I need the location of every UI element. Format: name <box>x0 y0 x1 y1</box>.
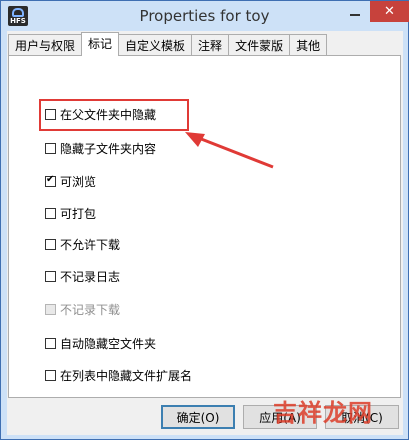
close-button[interactable]: ✕ <box>370 1 409 22</box>
title-bar[interactable]: HFS Properties for toy ✕ <box>1 1 409 31</box>
flags-panel: 在父文件夹中隐藏 隐藏子文件夹内容 可浏览 可打包 不允许下载 不记录日志 不记… <box>8 55 401 398</box>
watermark: 吉祥龙网 <box>273 399 373 427</box>
minimize-button[interactable] <box>341 2 369 22</box>
tab-flags[interactable]: 标记 <box>81 32 120 56</box>
tab-comment[interactable]: 注释 <box>191 34 230 55</box>
close-icon: ✕ <box>384 4 395 19</box>
tab-strip: 用户与权限 标记 自定义模板 注释 文件蒙版 其他 <box>8 32 328 56</box>
tab-custom-template[interactable]: 自定义模板 <box>118 34 193 55</box>
annotation-arrow-icon <box>185 132 274 169</box>
tab-user-permissions[interactable]: 用户与权限 <box>8 34 83 55</box>
ok-button[interactable]: 确定(O) <box>161 405 235 429</box>
app-icon-label: HFS <box>10 17 26 25</box>
properties-window: HFS Properties for toy ✕ 用户与权限 标记 自定义模板 … <box>0 0 409 440</box>
tab-other[interactable]: 其他 <box>289 34 328 55</box>
dialog-content: 用户与权限 标记 自定义模板 注释 文件蒙版 其他 在父文件夹中隐藏 隐藏子文件… <box>7 31 403 435</box>
tab-file-mask[interactable]: 文件蒙版 <box>228 34 291 55</box>
